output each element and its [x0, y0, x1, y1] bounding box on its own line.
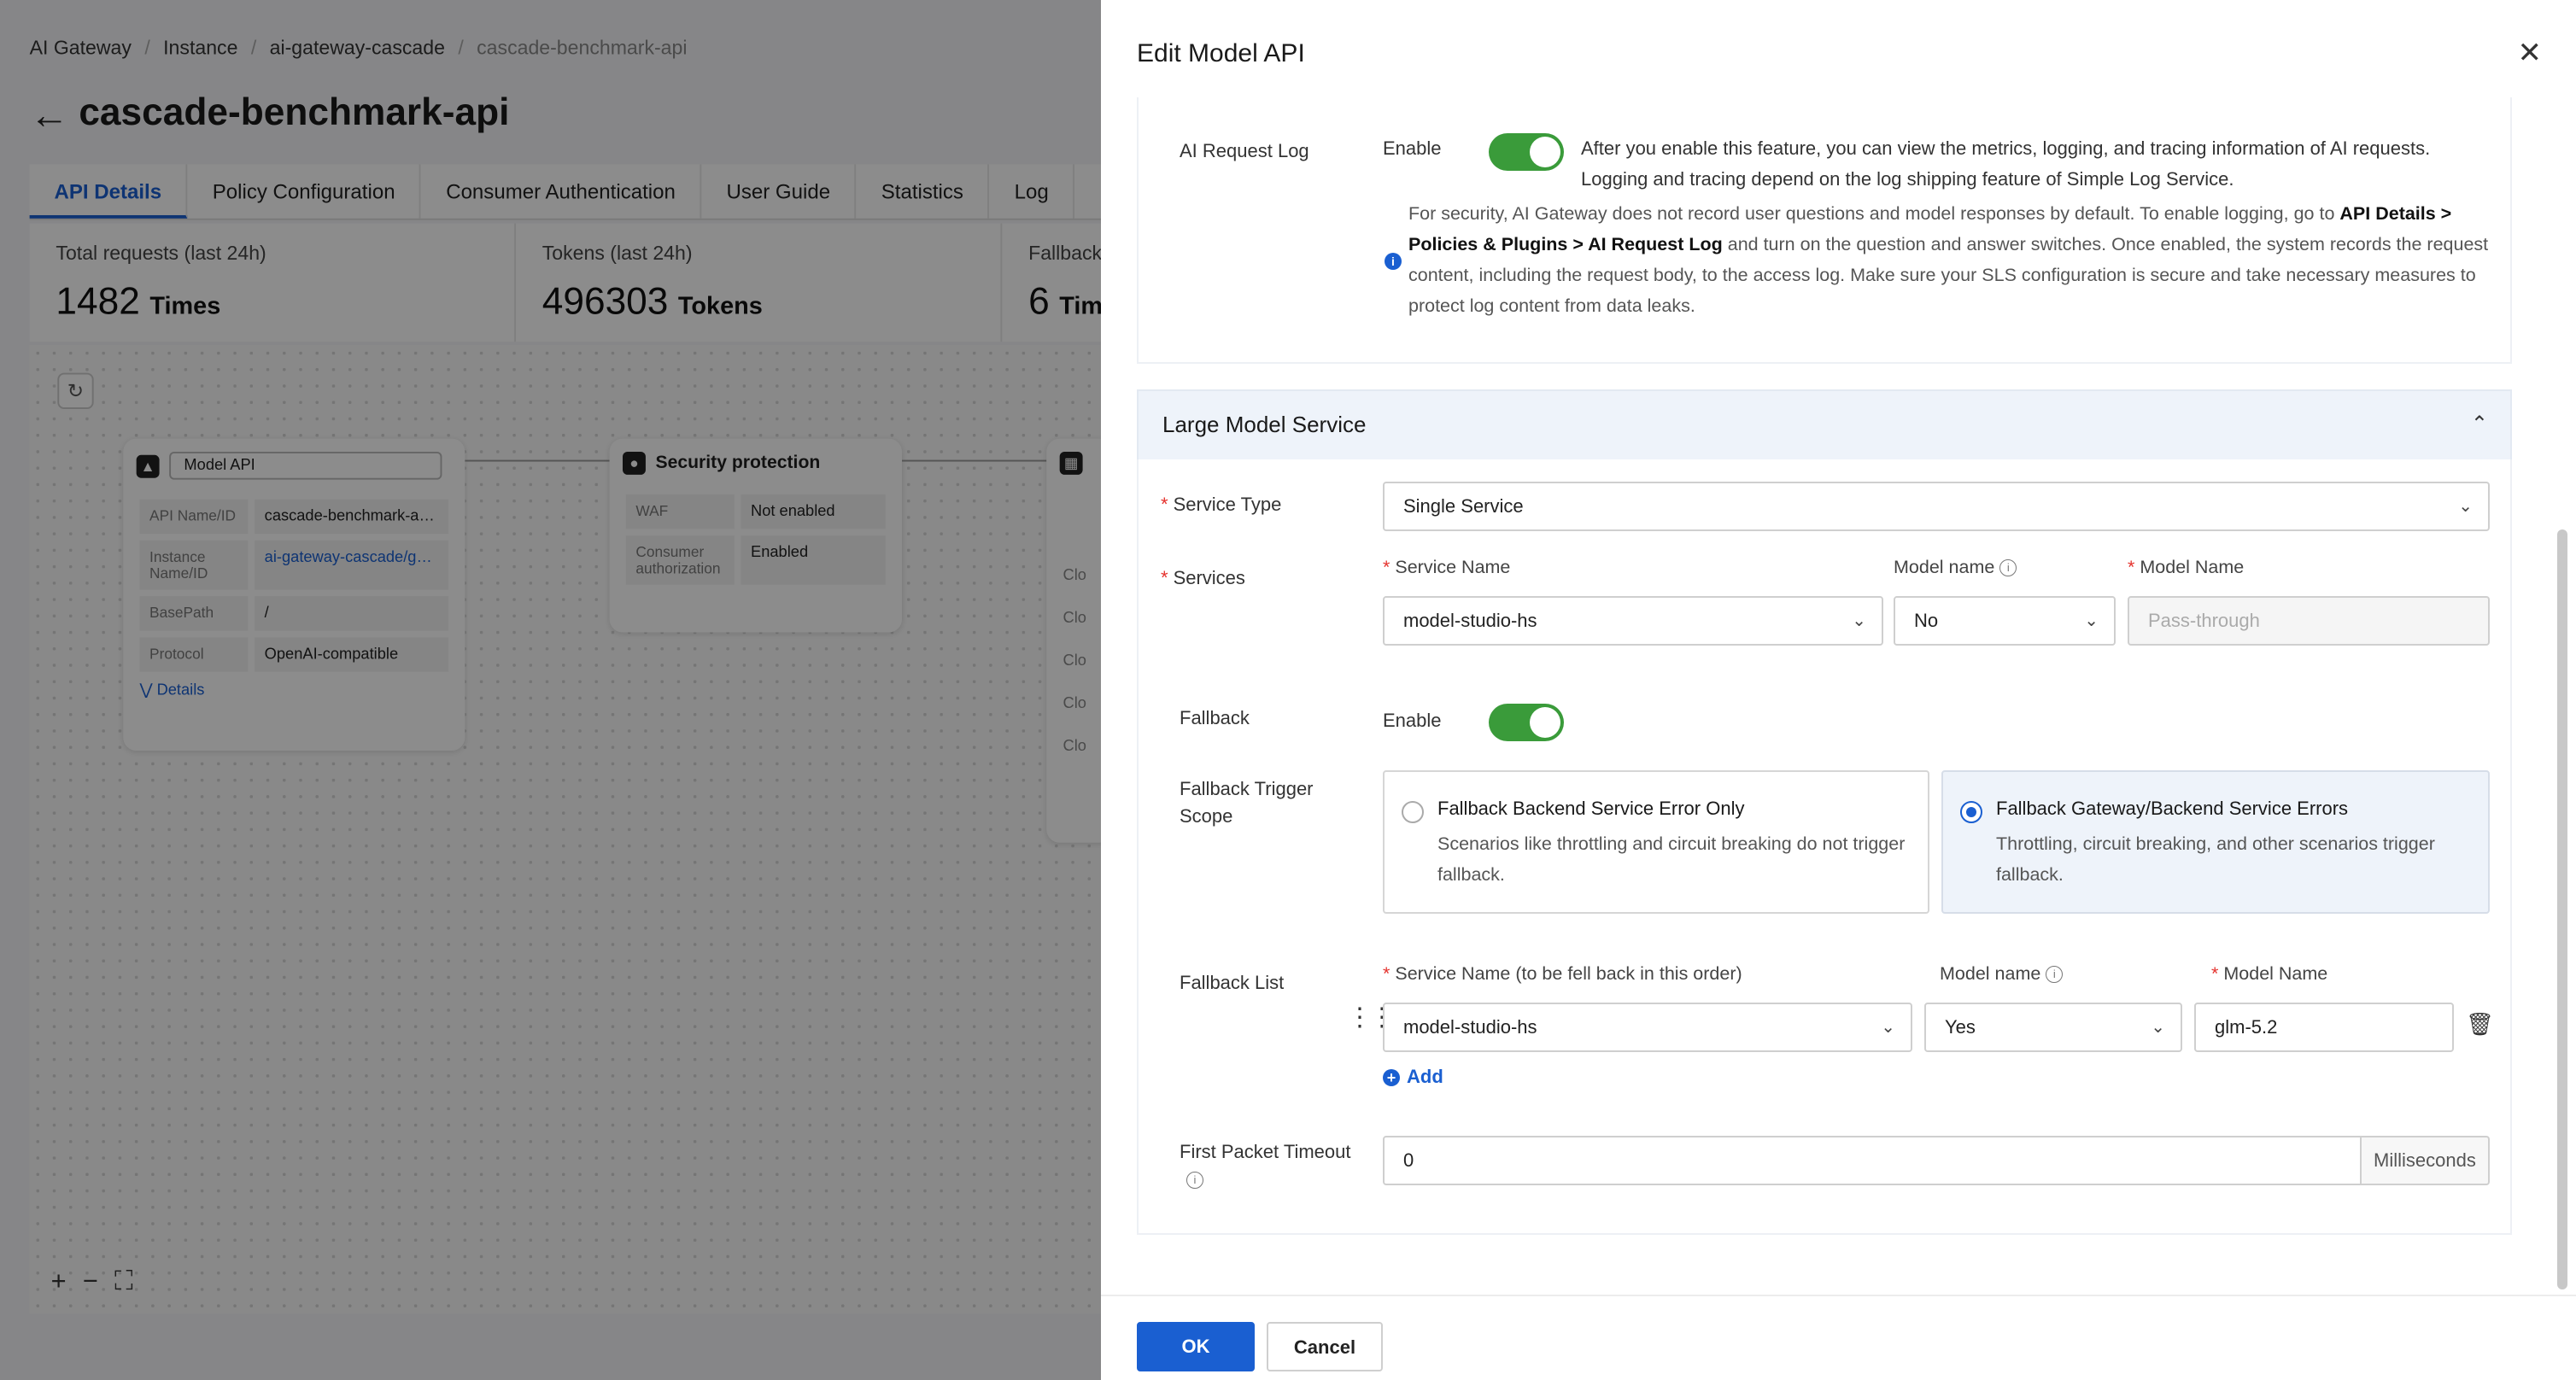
fallback-toggle[interactable]	[1489, 704, 1564, 741]
cancel-button[interactable]: Cancel	[1267, 1322, 1383, 1371]
service-type-select[interactable]: Single Service ⌄	[1383, 482, 2490, 531]
drawer-title: Edit Model API	[1137, 39, 1305, 67]
add-label: Add	[1407, 1066, 1443, 1087]
fallback-model-name-header-2: Model Name	[2223, 963, 2328, 984]
chevron-down-icon: ⌄	[1881, 1018, 1895, 1037]
request-log-label: AI Request Log	[1180, 140, 1309, 161]
fallback-service-select[interactable]: model-studio-hs ⌄	[1383, 1003, 1912, 1052]
chevron-down-icon: ⌄	[2084, 611, 2099, 630]
large-model-service-header[interactable]: Large Model Service ⌃	[1137, 389, 2512, 461]
service-name-value: model-studio-hs	[1403, 610, 1537, 631]
ok-button[interactable]: OK	[1137, 1322, 1255, 1371]
service-name-header: Service Name	[1395, 557, 1511, 577]
request-log-toggle[interactable]	[1489, 133, 1564, 171]
required-mark: *	[2211, 963, 2219, 984]
request-log-desc-line2: Logging and tracing depend on the log sh…	[1581, 168, 2234, 190]
request-log-desc-line1: After you enable this feature, you can v…	[1581, 137, 2431, 159]
info-circle-icon[interactable]: i	[1186, 1172, 1203, 1189]
model-name-header: Model name	[1894, 557, 1995, 577]
service-type-label: Service Type	[1173, 494, 1282, 515]
model-name-header-2: Model Name	[2140, 557, 2245, 577]
fallback-list-label: Fallback List	[1180, 972, 1285, 993]
service-name-select[interactable]: model-studio-hs ⌄	[1383, 596, 1883, 646]
trigger-scope-label: Fallback Trigger Scope	[1180, 778, 1314, 827]
timeout-value: 0	[1403, 1149, 1414, 1171]
radio-desc: Scenarios like throttling and circuit br…	[1437, 833, 1906, 885]
modal-overlay[interactable]	[0, 0, 1101, 1380]
close-icon[interactable]: ✕	[2518, 36, 2543, 70]
required-mark: *	[1161, 567, 1168, 588]
fallback-model-value: glm-5.2	[2215, 1016, 2278, 1038]
timeout-input[interactable]: 0	[1383, 1136, 2362, 1185]
timeout-unit: Milliseconds	[2360, 1136, 2490, 1185]
scrollbar[interactable]	[2557, 529, 2567, 1289]
trash-icon[interactable]: 🗑	[2466, 1011, 2494, 1038]
radio-gateway-backend[interactable]: Fallback Gateway/Backend Service Errors …	[1941, 770, 2490, 914]
section-title: Large Model Service	[1162, 412, 1367, 437]
radio-circle[interactable]	[1402, 801, 1424, 823]
chevron-down-icon: ⌄	[2458, 497, 2473, 516]
request-log-card: AI Request Log Enable After you enable t…	[1137, 97, 2512, 364]
chevron-up-icon[interactable]: ⌃	[2471, 412, 2488, 436]
fallback-label: Fallback	[1180, 707, 1250, 728]
note-text: For security, AI Gateway does not record…	[1408, 203, 2340, 224]
radio-circle-selected[interactable]	[1960, 801, 1982, 823]
info-icon: i	[1385, 253, 1402, 270]
fallback-model-input[interactable]: glm-5.2	[2194, 1003, 2454, 1052]
model-name-input[interactable]: Pass-through	[2128, 596, 2490, 646]
fallback-service-value: model-studio-hs	[1403, 1016, 1537, 1038]
radio-title: Fallback Backend Service Error Only	[1437, 798, 1745, 819]
timeout-label: First Packet Timeout	[1180, 1141, 1351, 1162]
plus-icon: +	[1383, 1069, 1400, 1086]
radio-title: Fallback Gateway/Backend Service Errors	[1996, 798, 2349, 819]
request-log-enable-label: Enable	[1383, 137, 1442, 159]
edit-model-api-drawer: Edit Model API ✕ AI Request Log Enable A…	[1101, 0, 2576, 1380]
model-name-placeholder: Pass-through	[2148, 610, 2260, 631]
fallback-model-name-select[interactable]: Yes ⌄	[1924, 1003, 2182, 1052]
add-fallback-button[interactable]: + Add	[1383, 1066, 1443, 1088]
required-mark: *	[1383, 557, 1390, 577]
fallback-service-header: Service Name (to be fell back in this or…	[1395, 963, 1742, 984]
required-mark: *	[2128, 557, 2135, 577]
drawer-body: AI Request Log Enable After you enable t…	[1137, 97, 2512, 1296]
model-name-select[interactable]: No ⌄	[1894, 596, 2116, 646]
radio-desc: Throttling, circuit breaking, and other …	[1996, 833, 2435, 885]
fallback-model-name-value: Yes	[1945, 1016, 1976, 1038]
chevron-down-icon: ⌄	[2151, 1018, 2165, 1037]
info-circle-icon[interactable]: i	[1999, 559, 2017, 577]
required-mark: *	[1161, 494, 1168, 515]
chevron-down-icon: ⌄	[1852, 611, 1866, 630]
radio-backend-only[interactable]: Fallback Backend Service Error Only Scen…	[1383, 770, 1929, 914]
security-note: For security, AI Gateway does not record…	[1408, 198, 2493, 321]
info-circle-icon[interactable]: i	[2046, 966, 2064, 984]
model-name-value: No	[1914, 610, 1939, 631]
drawer-footer: OK Cancel	[1101, 1295, 2576, 1380]
required-mark: *	[1383, 963, 1390, 984]
fallback-model-name-header: Model name	[1940, 963, 2041, 984]
service-type-value: Single Service	[1403, 495, 1524, 517]
fallback-enable-label: Enable	[1383, 710, 1442, 731]
services-label: Services	[1173, 567, 1245, 588]
large-model-service-card: * Service Type Single Service ⌄ * Services …	[1137, 459, 2512, 1235]
